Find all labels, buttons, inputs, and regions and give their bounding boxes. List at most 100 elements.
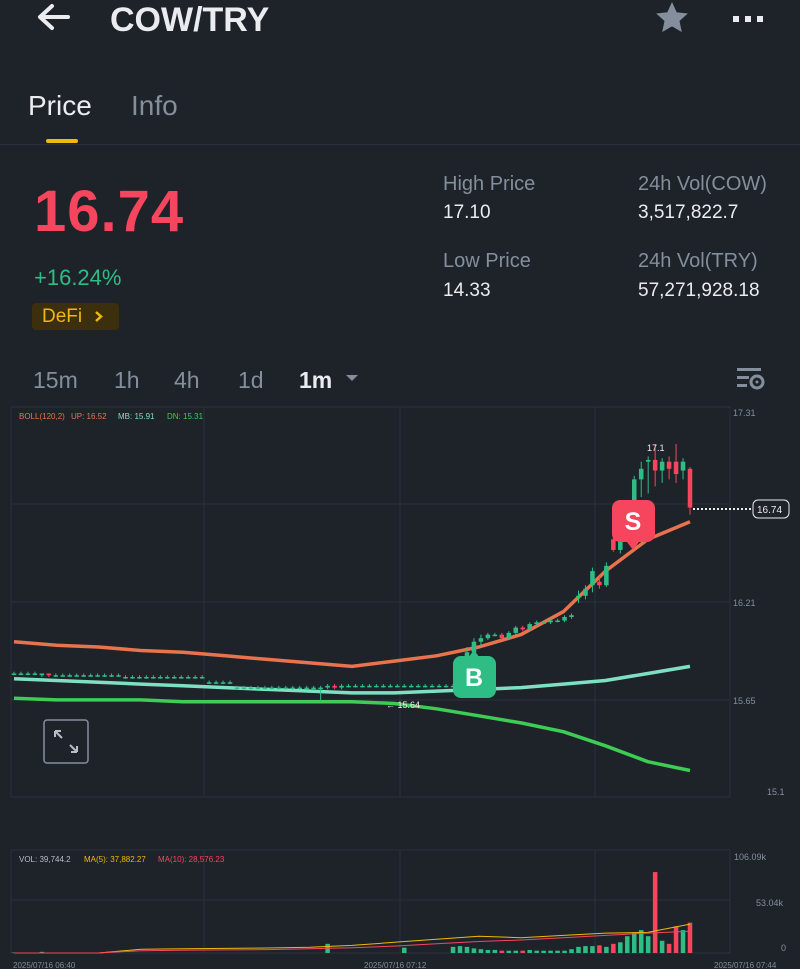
favorite-star-icon[interactable] bbox=[652, 0, 692, 38]
volume-bar bbox=[478, 949, 484, 953]
volume-bar bbox=[457, 946, 463, 953]
volume-bar bbox=[492, 949, 498, 953]
interval-1d[interactable]: 1d bbox=[238, 364, 264, 396]
volume-bar bbox=[673, 926, 679, 953]
volume-bar bbox=[513, 950, 519, 953]
boll-mb: MB: 15.91 bbox=[118, 412, 155, 421]
boll-mid-line bbox=[13, 664, 691, 695]
low-price-value: 14.33 bbox=[443, 280, 491, 301]
high-marker: 17.1 bbox=[647, 443, 665, 453]
volume-bar bbox=[548, 950, 553, 953]
volume-bar bbox=[590, 946, 595, 953]
candle bbox=[520, 627, 526, 630]
volume-bar bbox=[625, 936, 630, 953]
candle bbox=[374, 685, 379, 688]
low-marker: ← 15.64 bbox=[386, 700, 420, 710]
candle bbox=[360, 685, 365, 688]
candle bbox=[81, 675, 86, 677]
volume-bar bbox=[499, 950, 505, 953]
candle bbox=[381, 685, 386, 688]
candle bbox=[478, 638, 484, 642]
candle bbox=[332, 685, 337, 688]
candle bbox=[367, 685, 372, 688]
volume-bar bbox=[506, 950, 512, 953]
candle bbox=[220, 682, 226, 684]
volume-bar bbox=[631, 932, 637, 953]
chart-settings-icon[interactable] bbox=[736, 366, 766, 397]
interval-4h[interactable]: 4h bbox=[174, 364, 200, 396]
candle bbox=[659, 461, 665, 471]
tab-price[interactable]: Price bbox=[28, 88, 92, 124]
candle bbox=[39, 673, 45, 676]
candle bbox=[415, 685, 421, 688]
candle bbox=[269, 687, 275, 690]
candle bbox=[172, 677, 177, 679]
chart-area[interactable]: BOLL(120,2) UP: 16.52 MB: 15.91 DN: 15.3… bbox=[0, 405, 800, 969]
candle bbox=[666, 461, 672, 469]
category-tag[interactable]: DeFi bbox=[32, 303, 119, 330]
interval-15m[interactable]: 15m bbox=[33, 364, 78, 396]
candle bbox=[569, 615, 574, 617]
candle bbox=[597, 581, 602, 586]
candle bbox=[74, 675, 79, 677]
tab-info[interactable]: Info bbox=[131, 88, 178, 124]
candle bbox=[513, 627, 519, 633]
back-arrow-icon[interactable] bbox=[30, 0, 80, 40]
buy-marker[interactable]: B bbox=[453, 650, 496, 698]
volume-tick: 0 bbox=[781, 943, 786, 953]
volume-bar bbox=[611, 943, 616, 953]
volume-bar bbox=[604, 946, 609, 953]
candle bbox=[18, 673, 24, 675]
volume-bar bbox=[520, 950, 526, 953]
vol-label: VOL: 39,744.2 bbox=[19, 855, 71, 864]
candle bbox=[325, 685, 330, 688]
volume-ma5-line bbox=[14, 923, 691, 954]
candle bbox=[67, 675, 73, 677]
candle bbox=[429, 685, 435, 688]
candle bbox=[339, 685, 344, 688]
candle bbox=[492, 634, 498, 637]
candle bbox=[311, 687, 316, 690]
candle bbox=[499, 634, 505, 639]
volume-bar bbox=[562, 950, 567, 953]
candle bbox=[604, 565, 609, 586]
candle bbox=[137, 677, 142, 679]
candle bbox=[673, 461, 679, 475]
vol-base-label: 24h Vol(COW) bbox=[638, 173, 767, 195]
candle bbox=[297, 687, 302, 690]
vol-ma5: MA(5): 37,882.27 bbox=[84, 855, 146, 864]
boll-dn: DN: 15.31 bbox=[167, 412, 204, 421]
more-options-icon[interactable] bbox=[728, 6, 768, 30]
pair-title: COW/TRY bbox=[110, 1, 270, 39]
interval-1m-label: 1m bbox=[299, 367, 333, 393]
volume-bar bbox=[450, 946, 456, 953]
fullscreen-icon[interactable] bbox=[43, 719, 89, 764]
candle bbox=[680, 461, 686, 471]
candle bbox=[645, 459, 651, 462]
candle bbox=[95, 675, 100, 677]
candle bbox=[290, 687, 296, 690]
candle bbox=[443, 685, 449, 688]
volume-bar bbox=[464, 946, 470, 953]
candle bbox=[276, 687, 282, 690]
interval-1m[interactable]: 1m bbox=[299, 364, 358, 396]
volume-bar bbox=[534, 950, 539, 953]
volume-bar bbox=[485, 949, 491, 953]
candle bbox=[353, 685, 358, 688]
candle bbox=[555, 620, 560, 623]
volume-pane-border bbox=[10, 849, 731, 954]
candle bbox=[527, 624, 532, 630]
candlestick-chart[interactable]: BOLL(120,2) UP: 16.52 MB: 15.91 DN: 15.3… bbox=[0, 405, 800, 969]
volume-bar bbox=[555, 950, 560, 953]
candle bbox=[102, 675, 107, 677]
low-price-label: Low Price bbox=[443, 250, 531, 272]
candle bbox=[687, 468, 693, 508]
candle bbox=[234, 687, 240, 690]
volume-bar bbox=[583, 946, 588, 953]
interval-1h[interactable]: 1h bbox=[114, 364, 140, 396]
tab-price-indicator bbox=[46, 139, 78, 143]
candle bbox=[213, 682, 219, 684]
volume-bar bbox=[652, 872, 658, 953]
volume-tick: 53.04k bbox=[756, 898, 784, 908]
candle bbox=[11, 673, 17, 675]
